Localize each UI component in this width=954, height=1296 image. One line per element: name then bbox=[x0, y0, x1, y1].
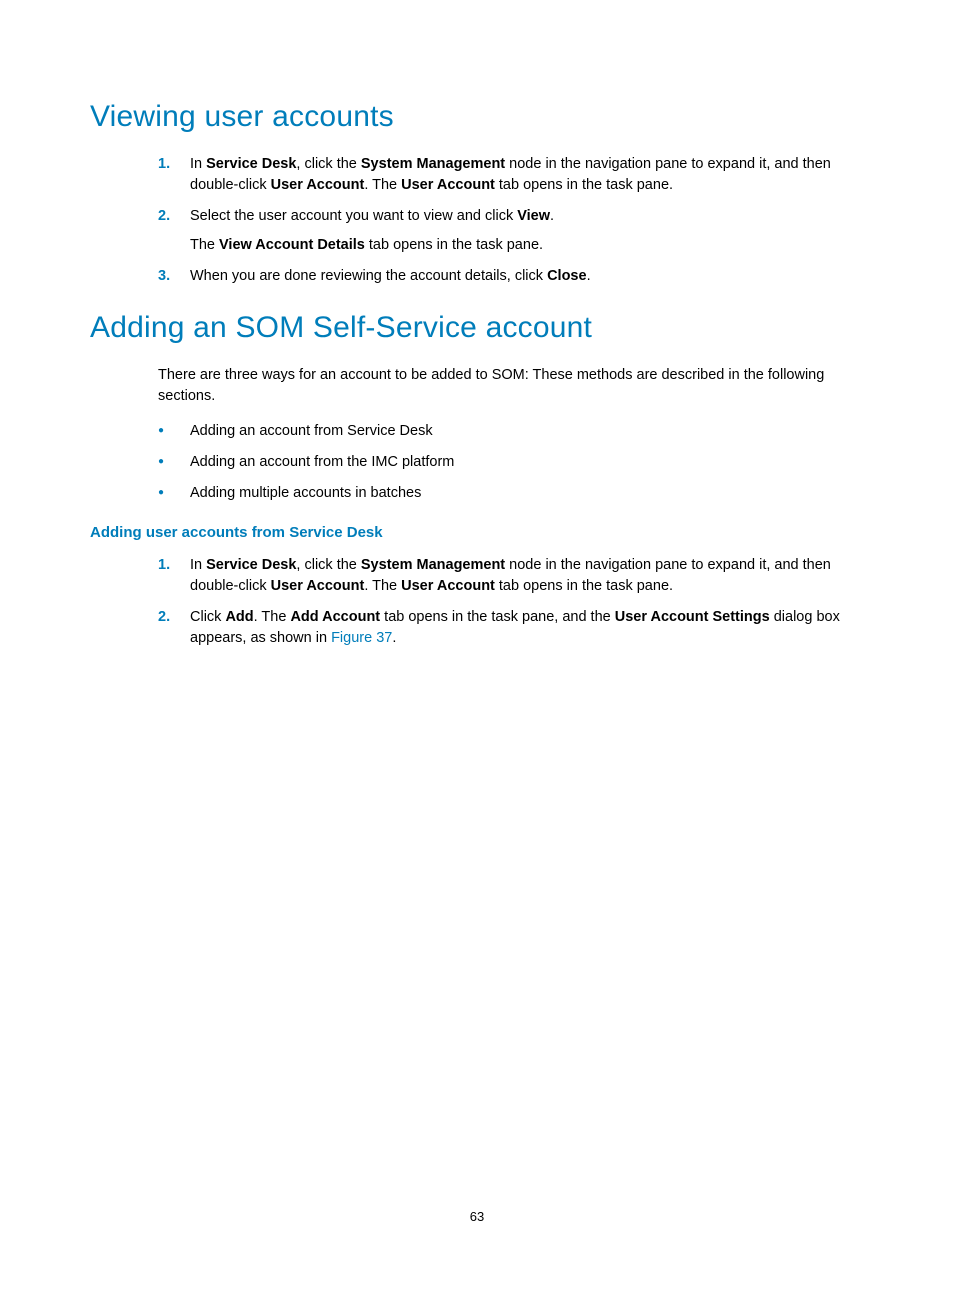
step-body: When you are done reviewing the account … bbox=[190, 266, 864, 287]
step-body: Select the user account you want to view… bbox=[190, 206, 864, 256]
heading-viewing-user-accounts: Viewing user accounts bbox=[90, 100, 864, 134]
step-body: In Service Desk, click the System Manage… bbox=[190, 555, 864, 597]
list-item: ●Adding an account from Service Desk bbox=[158, 421, 864, 442]
page-number: 63 bbox=[0, 1209, 954, 1224]
step-number: 3. bbox=[158, 266, 190, 287]
bullet-text: Adding an account from the IMC platform bbox=[190, 452, 864, 473]
list-item: 2.Select the user account you want to vi… bbox=[158, 206, 864, 256]
list-item: 3.When you are done reviewing the accoun… bbox=[158, 266, 864, 287]
list-item: 2.Click Add. The Add Account tab opens i… bbox=[158, 607, 864, 649]
step-body: In Service Desk, click the System Manage… bbox=[190, 154, 864, 196]
step-body: Click Add. The Add Account tab opens in … bbox=[190, 607, 864, 649]
figure-reference-link[interactable]: Figure 37 bbox=[331, 630, 392, 646]
list-item: ●Adding an account from the IMC platform bbox=[158, 452, 864, 473]
list-item: 1.In Service Desk, click the System Mana… bbox=[158, 154, 864, 196]
step-number: 2. bbox=[158, 206, 190, 256]
subheading-adding-from-service-desk: Adding user accounts from Service Desk bbox=[90, 524, 864, 541]
step-number: 1. bbox=[158, 555, 190, 597]
bullet-text: Adding an account from Service Desk bbox=[190, 421, 864, 442]
step-followup: The View Account Details tab opens in th… bbox=[190, 235, 864, 256]
bullet-icon: ● bbox=[158, 421, 190, 442]
intro-paragraph: There are three ways for an account to b… bbox=[158, 365, 864, 407]
step-number: 1. bbox=[158, 154, 190, 196]
heading-adding-som-account: Adding an SOM Self-Service account bbox=[90, 311, 864, 345]
list-item: ●Adding multiple accounts in batches bbox=[158, 483, 864, 504]
bullet-icon: ● bbox=[158, 452, 190, 473]
methods-bullet-list: ●Adding an account from Service Desk●Add… bbox=[158, 421, 864, 504]
list-item: 1.In Service Desk, click the System Mana… bbox=[158, 555, 864, 597]
bullet-icon: ● bbox=[158, 483, 190, 504]
step-number: 2. bbox=[158, 607, 190, 649]
viewing-steps-list: 1.In Service Desk, click the System Mana… bbox=[158, 154, 864, 287]
adding-steps-list: 1.In Service Desk, click the System Mana… bbox=[158, 555, 864, 649]
bullet-text: Adding multiple accounts in batches bbox=[190, 483, 864, 504]
